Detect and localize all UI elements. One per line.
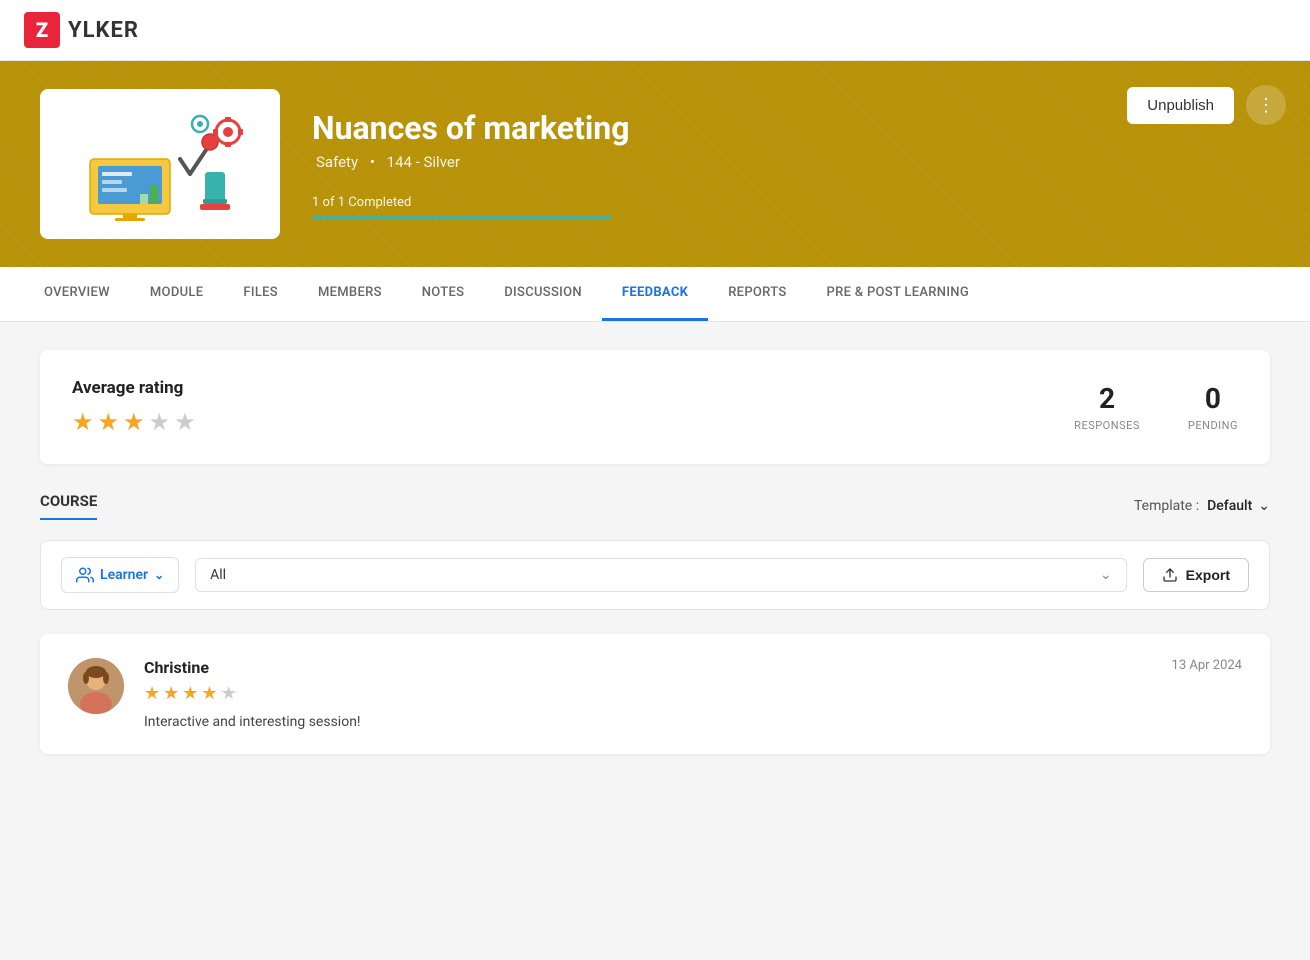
review-star-1: ★ xyxy=(144,683,160,704)
unpublish-button[interactable]: Unpublish xyxy=(1127,87,1234,124)
hero-banner: Nuances of marketing Safety • 144 - Silv… xyxy=(0,61,1310,267)
reviewer-avatar xyxy=(68,658,124,714)
tab-pre-post[interactable]: PRE & POST LEARNING xyxy=(807,267,989,321)
course-section-header: COURSE Template : Default ⌄ xyxy=(40,492,1270,520)
review-header: Christine 13 Apr 2024 xyxy=(144,658,1242,683)
review-date: 13 Apr 2024 xyxy=(1172,658,1242,683)
average-stars: ★ ★ ★ ★ ★ xyxy=(72,408,196,436)
learner-filter-button[interactable]: Learner ⌄ xyxy=(61,557,179,593)
responses-label: RESPONSES xyxy=(1074,419,1140,432)
rating-left: Average rating ★ ★ ★ ★ ★ xyxy=(72,378,196,436)
logo-area: Z YLKER xyxy=(24,12,139,48)
filter-bar: Learner ⌄ All ⌄ Export xyxy=(40,540,1270,610)
all-filter-value: All xyxy=(210,567,226,583)
tab-members[interactable]: MEMBERS xyxy=(298,267,402,321)
learner-icon xyxy=(76,566,94,584)
learner-filter-label: Learner xyxy=(100,567,148,583)
hero-category: Safety xyxy=(316,153,358,171)
template-value: Default xyxy=(1207,498,1252,514)
tab-feedback[interactable]: FEEDBACK xyxy=(602,267,708,321)
review-star-2: ★ xyxy=(163,683,179,704)
tab-discussion[interactable]: DISCUSSION xyxy=(484,267,602,321)
rating-right: 2 RESPONSES 0 PENDING xyxy=(1074,382,1238,432)
hero-meta: Safety • 144 - Silver xyxy=(312,153,1270,171)
star-4: ★ xyxy=(149,408,171,436)
export-label: Export xyxy=(1186,567,1230,583)
top-bar: Z YLKER xyxy=(0,0,1310,61)
avatar-illustration xyxy=(68,658,124,714)
star-2: ★ xyxy=(98,408,120,436)
logo-z-icon: Z xyxy=(24,12,60,48)
main-content: Average rating ★ ★ ★ ★ ★ 2 RESPONSES 0 P… xyxy=(0,322,1310,782)
review-body: Christine 13 Apr 2024 ★ ★ ★ ★ ★ Interact… xyxy=(144,658,1242,730)
logo-brand: YLKER xyxy=(68,18,139,43)
more-options-button[interactable]: ⋮ xyxy=(1246,85,1286,125)
tab-notes[interactable]: NOTES xyxy=(402,267,485,321)
tab-reports[interactable]: REPORTS xyxy=(708,267,806,321)
tab-files[interactable]: FILES xyxy=(223,267,298,321)
review-star-4: ★ xyxy=(201,683,217,704)
rating-card: Average rating ★ ★ ★ ★ ★ 2 RESPONSES 0 P… xyxy=(40,350,1270,464)
tabs-bar: OVERVIEW MODULE FILES MEMBERS NOTES DISC… xyxy=(0,267,1310,322)
thumbnail-illustration xyxy=(70,104,250,224)
responses-count: 2 xyxy=(1074,382,1140,415)
hero-code: 144 - Silver xyxy=(387,153,460,171)
average-rating-label: Average rating xyxy=(72,378,196,398)
hero-actions: Unpublish ⋮ xyxy=(1127,85,1286,125)
hero-progress-fill xyxy=(312,216,612,220)
pending-count: 0 xyxy=(1188,382,1238,415)
tab-module[interactable]: MODULE xyxy=(130,267,223,321)
learner-chevron-icon: ⌄ xyxy=(154,568,164,582)
review-comment: Interactive and interesting session! xyxy=(144,714,1242,730)
review-stars: ★ ★ ★ ★ ★ xyxy=(144,683,1242,704)
template-label: Template : xyxy=(1134,498,1199,514)
star-3: ★ xyxy=(123,408,145,436)
hero-progress-label: 1 of 1 Completed xyxy=(312,195,1270,210)
star-1: ★ xyxy=(72,408,94,436)
review-item: Christine 13 Apr 2024 ★ ★ ★ ★ ★ Interact… xyxy=(40,634,1270,754)
template-dropdown[interactable]: Default ⌄ xyxy=(1207,498,1270,514)
export-button[interactable]: Export xyxy=(1143,558,1249,592)
course-section-title: COURSE xyxy=(40,492,97,520)
template-area: Template : Default ⌄ xyxy=(1134,498,1270,514)
all-filter-dropdown[interactable]: All ⌄ xyxy=(195,558,1127,592)
review-star-3: ★ xyxy=(182,683,198,704)
pending-label: PENDING xyxy=(1188,419,1238,432)
export-icon xyxy=(1162,567,1178,583)
hero-progress-bar xyxy=(312,216,612,220)
reviewer-name: Christine xyxy=(144,658,209,677)
tab-overview[interactable]: OVERVIEW xyxy=(24,267,130,321)
chevron-down-icon: ⌄ xyxy=(1258,498,1270,514)
responses-stat: 2 RESPONSES xyxy=(1074,382,1140,432)
dropdown-chevron-icon: ⌄ xyxy=(1100,567,1112,583)
star-5: ★ xyxy=(174,408,196,436)
review-star-5: ★ xyxy=(221,683,237,704)
hero-info: Nuances of marketing Safety • 144 - Silv… xyxy=(312,109,1270,220)
course-thumbnail xyxy=(40,89,280,239)
pending-stat: 0 PENDING xyxy=(1188,382,1238,432)
